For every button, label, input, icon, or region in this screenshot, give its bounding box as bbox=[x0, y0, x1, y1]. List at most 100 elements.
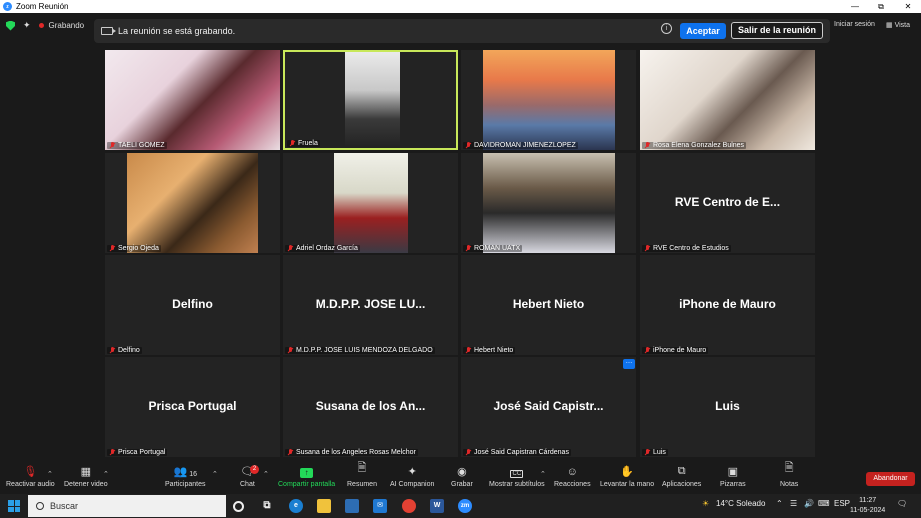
ai-sparkle-icon[interactable]: ✦ bbox=[23, 20, 31, 31]
signin-button[interactable]: Iniciar sesión bbox=[834, 21, 875, 28]
chat-badge: 2 bbox=[250, 465, 259, 474]
participant-label-text: DAVIDROMAN JIMENEZLOPEZ bbox=[474, 142, 576, 149]
search-icon bbox=[36, 502, 44, 510]
participant-tile[interactable]: iPhone de Mauro iPhone de Mauro bbox=[640, 255, 815, 355]
recording-label[interactable]: Grabando bbox=[49, 21, 85, 30]
participant-tile[interactable]: RVE Centro de E... RVE Centro de Estudios bbox=[640, 153, 815, 253]
clock-time: 11:27 bbox=[859, 497, 877, 504]
minimize-button[interactable]: — bbox=[842, 0, 868, 13]
window-title: Zoom Reunión bbox=[16, 2, 69, 11]
share-screen-label: Compartir pantalla bbox=[278, 481, 336, 488]
mic-muted-icon bbox=[465, 245, 471, 252]
participant-name-label: TAELI GOMEZ bbox=[107, 142, 167, 149]
participant-video bbox=[640, 50, 815, 150]
zoom-taskbar-icon[interactable]: zm bbox=[458, 499, 472, 513]
raise-hand-button[interactable]: ✋ Levantar la mano bbox=[600, 465, 654, 488]
participant-tile[interactable]: Prisca Portugal Prisca Portugal bbox=[105, 357, 280, 457]
captions-options-caret[interactable]: ⌃ bbox=[540, 470, 546, 478]
store-icon[interactable] bbox=[345, 499, 359, 513]
windows-start-icon[interactable] bbox=[8, 500, 20, 512]
ai-companion-button[interactable]: ✦ AI Companion bbox=[390, 465, 434, 488]
window-titlebar: z Zoom Reunión — ⧉ ✕ bbox=[0, 0, 921, 13]
participant-tile[interactable]: Susana de los An... Susana de los Angeles… bbox=[283, 357, 458, 457]
participant-tile[interactable]: ROMAN UATX bbox=[461, 153, 636, 253]
participant-tile[interactable]: Sergio Ojeda bbox=[105, 153, 280, 253]
participant-tile[interactable]: Adriel Ordaz García bbox=[283, 153, 458, 253]
participant-tile[interactable]: DAVIDROMAN JIMENEZLOPEZ bbox=[461, 50, 636, 150]
windows-taskbar: Buscar ⧉ e ✉ W zm ☀ 14°C Soleado ⌃ ☰ 🔊 ⌨… bbox=[0, 494, 921, 518]
tray-chevron-icon[interactable]: ⌃ bbox=[776, 499, 783, 508]
whiteboards-button[interactable]: ▣ Pizarras bbox=[720, 465, 746, 488]
shield-icon[interactable] bbox=[6, 20, 15, 31]
participant-video bbox=[483, 153, 615, 253]
recording-status: ✦ Grabando bbox=[6, 20, 84, 31]
language-indicator[interactable]: ESP bbox=[834, 499, 850, 508]
word-icon[interactable]: W bbox=[430, 499, 444, 513]
captions-icon: CC bbox=[510, 470, 524, 478]
mic-muted-icon bbox=[109, 142, 115, 149]
weather-text[interactable]: 14°C Soleado bbox=[716, 499, 765, 508]
participant-tile[interactable]: TAELI GOMEZ bbox=[105, 50, 280, 150]
participant-display-name: Hebert Nieto bbox=[512, 297, 585, 311]
view-label: Vista bbox=[894, 22, 911, 29]
stop-video-button[interactable]: ▦ Detener video bbox=[64, 465, 108, 488]
mic-muted-icon bbox=[644, 245, 650, 252]
participant-grid: TAELI GOMEZ Fruela DAVIDROMAN JIMENEZLOPEZ… bbox=[105, 50, 817, 458]
record-button[interactable]: ◉ Grabar bbox=[451, 465, 473, 488]
taskbar-search-input[interactable]: Buscar bbox=[28, 495, 226, 517]
captions-button[interactable]: CC Mostrar subtítulos bbox=[489, 465, 545, 488]
participant-label-text: José Said Capistran Cárdenas bbox=[474, 449, 569, 456]
participant-video bbox=[345, 52, 400, 148]
accept-button[interactable]: Aceptar bbox=[680, 23, 726, 39]
video-options-caret[interactable]: ⌃ bbox=[103, 470, 109, 478]
edge-icon[interactable]: e bbox=[289, 499, 303, 513]
participant-name-label: Susana de los Angeles Rosas Melchor bbox=[285, 449, 418, 456]
task-view-icon[interactable]: ⧉ bbox=[260, 499, 274, 513]
taskbar-clock[interactable]: 11:27 11-05-2024 bbox=[850, 496, 885, 516]
mail-icon[interactable]: ✉ bbox=[373, 499, 387, 513]
chat-options-caret[interactable]: ⌃ bbox=[263, 470, 269, 478]
participant-video bbox=[127, 153, 258, 253]
participants-count: 16 bbox=[189, 471, 197, 478]
end-meeting-button[interactable]: Abandonar bbox=[866, 472, 915, 486]
participant-tile[interactable]: Hebert Nieto Hebert Nieto bbox=[461, 255, 636, 355]
participants-options-caret[interactable]: ⌃ bbox=[212, 470, 218, 478]
keyboard-icon[interactable]: ⌨ bbox=[818, 499, 830, 508]
audio-options-caret[interactable]: ⌃ bbox=[47, 470, 53, 478]
reactions-button[interactable]: ☺ Reacciones bbox=[554, 465, 591, 488]
cortana-icon[interactable] bbox=[233, 501, 244, 512]
participant-name-label: Hebert Nieto bbox=[463, 347, 516, 354]
share-screen-button[interactable]: ↑ Compartir pantalla bbox=[278, 465, 335, 488]
mic-muted-icon bbox=[109, 449, 115, 456]
chrome-icon[interactable] bbox=[402, 499, 416, 513]
meeting-toolbar: 🎙 Reactivar audio ⌃ ▦ Detener video ⌃ 👥 1… bbox=[0, 462, 921, 494]
summary-button[interactable]: 🗎 Resumen bbox=[347, 462, 377, 488]
participant-tile[interactable]: Rosa Elena Gonzalez Bulnes bbox=[640, 50, 815, 150]
wifi-icon[interactable]: ☰ bbox=[790, 499, 797, 508]
participant-tile[interactable]: Luis Luis bbox=[640, 357, 815, 457]
close-button[interactable]: ✕ bbox=[895, 0, 921, 13]
participant-tile[interactable]: Fruela bbox=[283, 50, 458, 150]
participant-tile[interactable]: M.D.P.P. JOSE LU... M.D.P.P. JOSE LUIS ME… bbox=[283, 255, 458, 355]
participant-tile[interactable]: Delfino Delfino bbox=[105, 255, 280, 355]
apps-button[interactable]: ⧉ Aplicaciones bbox=[662, 465, 701, 488]
more-options-button[interactable]: … bbox=[623, 358, 635, 369]
participant-name-label: Prisca Portugal bbox=[107, 449, 168, 456]
volume-icon[interactable]: 🔊 bbox=[804, 499, 814, 508]
participant-tile[interactable]: José Said Capistr... José Said Capistran … bbox=[461, 357, 636, 457]
participant-name-label: Luis bbox=[642, 449, 668, 456]
file-explorer-icon[interactable] bbox=[317, 499, 331, 513]
notifications-icon[interactable]: 🗨 bbox=[897, 499, 907, 508]
participant-name-label: Sergio Ojeda bbox=[107, 245, 161, 252]
leave-meeting-button[interactable]: Salir de la reunión bbox=[731, 22, 823, 39]
mic-muted-icon bbox=[289, 140, 295, 147]
notes-button[interactable]: 🗎 Notas bbox=[780, 462, 798, 488]
unmute-label: Reactivar audio bbox=[6, 481, 55, 488]
participants-button[interactable]: 👥 16 Participantes bbox=[165, 465, 205, 488]
summary-icon: 🗎 bbox=[357, 462, 367, 474]
view-button[interactable]: ▦ Vista bbox=[886, 21, 910, 29]
info-icon[interactable]: i bbox=[661, 23, 672, 34]
restore-button[interactable]: ⧉ bbox=[868, 0, 894, 13]
participant-name-label: ROMAN UATX bbox=[463, 245, 523, 252]
participant-label-text: Fruela bbox=[298, 140, 318, 147]
